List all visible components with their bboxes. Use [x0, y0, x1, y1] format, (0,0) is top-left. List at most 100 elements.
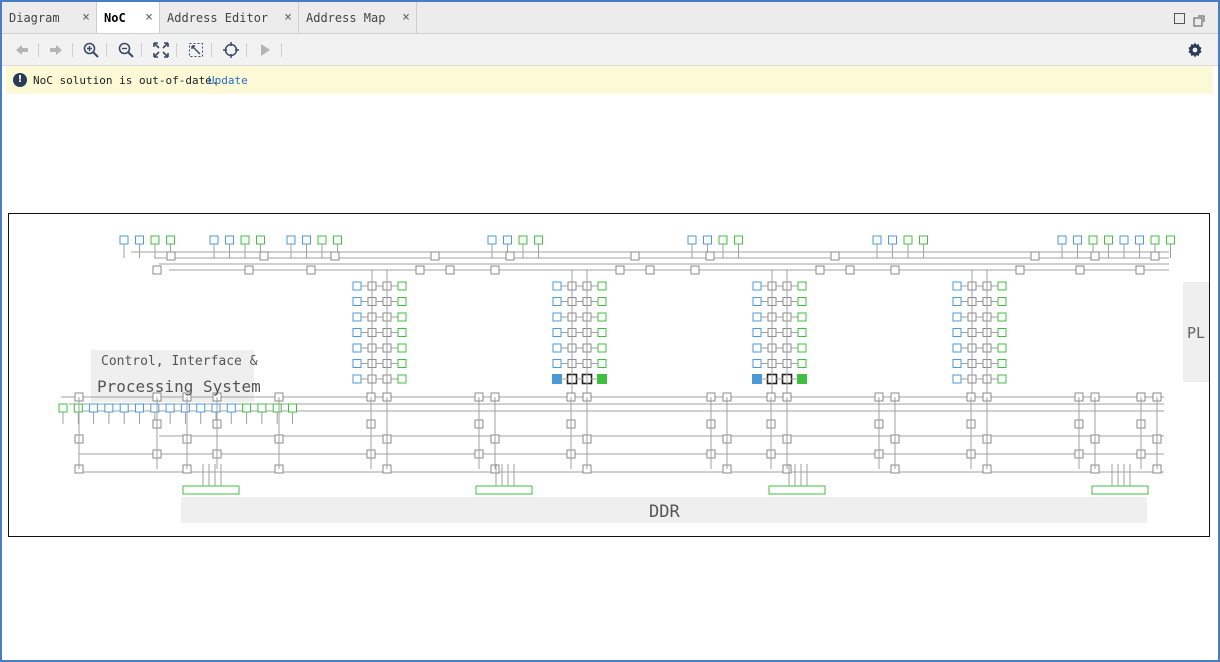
- maximize-icon[interactable]: [1174, 13, 1185, 24]
- master-port[interactable]: [1057, 235, 1067, 245]
- noc-switch[interactable]: [306, 265, 316, 275]
- master-port[interactable]: [352, 297, 362, 306]
- slave-port[interactable]: [333, 235, 342, 245]
- slave-port[interactable]: [256, 235, 265, 245]
- master-port[interactable]: [552, 297, 562, 306]
- slave-port[interactable]: [397, 328, 407, 337]
- master-port[interactable]: [302, 235, 311, 245]
- slave-port[interactable]: [997, 328, 1007, 337]
- back-arrow-icon[interactable]: [12, 40, 32, 60]
- noc-switch[interactable]: [1150, 251, 1160, 261]
- close-icon[interactable]: ×: [145, 10, 153, 25]
- slave-port[interactable]: [797, 328, 807, 337]
- tab-address-editor[interactable]: Address Editor ×: [160, 2, 299, 33]
- slave-port[interactable]: [597, 312, 607, 322]
- slave-port[interactable]: [919, 235, 928, 245]
- noc-switch[interactable]: [815, 265, 825, 275]
- master-port[interactable]: [552, 359, 562, 368]
- run-icon[interactable]: [255, 40, 275, 60]
- noc-switch[interactable]: [615, 265, 625, 275]
- master-port[interactable]: [752, 374, 762, 384]
- slave-port[interactable]: [257, 403, 267, 413]
- noc-switch[interactable]: [505, 251, 515, 261]
- master-port[interactable]: [503, 235, 512, 245]
- slave-port[interactable]: [597, 343, 607, 353]
- noc-switch[interactable]: [845, 265, 855, 275]
- noc-switch[interactable]: [1135, 265, 1145, 275]
- noc-switch[interactable]: [152, 265, 162, 275]
- slave-port[interactable]: [997, 374, 1007, 384]
- noc-switch[interactable]: [445, 265, 455, 275]
- noc-switch[interactable]: [890, 265, 900, 275]
- noc-switch[interactable]: [166, 251, 176, 261]
- zoom-fit-icon[interactable]: [151, 40, 171, 60]
- slave-port[interactable]: [597, 281, 607, 291]
- slave-port[interactable]: [903, 235, 913, 245]
- slave-port[interactable]: [1166, 235, 1175, 245]
- slave-port[interactable]: [797, 343, 807, 353]
- master-port[interactable]: [752, 312, 762, 322]
- slave-port[interactable]: [397, 281, 407, 291]
- master-port[interactable]: [552, 328, 562, 337]
- slave-port[interactable]: [797, 281, 807, 291]
- noc-switch[interactable]: [490, 265, 500, 275]
- master-port[interactable]: [352, 374, 362, 384]
- master-port[interactable]: [752, 359, 762, 368]
- slave-port[interactable]: [73, 403, 83, 413]
- slave-port[interactable]: [597, 374, 607, 384]
- slave-port[interactable]: [397, 312, 407, 322]
- noc-diagram[interactable]: [9, 214, 1209, 536]
- slave-port[interactable]: [1088, 235, 1098, 245]
- slave-port[interactable]: [997, 281, 1007, 291]
- tab-address-map[interactable]: Address Map ×: [299, 2, 417, 33]
- slave-port[interactable]: [397, 297, 407, 306]
- close-icon[interactable]: ×: [402, 10, 410, 25]
- slave-port[interactable]: [797, 374, 807, 384]
- noc-switch[interactable]: [330, 251, 340, 261]
- slave-port[interactable]: [997, 343, 1007, 353]
- master-port[interactable]: [687, 235, 697, 245]
- master-port[interactable]: [352, 359, 362, 368]
- master-port[interactable]: [552, 343, 562, 353]
- fit-selection-icon[interactable]: [186, 40, 206, 60]
- slave-port[interactable]: [997, 312, 1007, 322]
- slave-port[interactable]: [518, 235, 528, 245]
- slave-port[interactable]: [797, 312, 807, 322]
- master-port[interactable]: [180, 403, 190, 413]
- master-port[interactable]: [952, 343, 962, 353]
- slave-port[interactable]: [166, 235, 175, 245]
- master-port[interactable]: [196, 403, 206, 413]
- slave-port[interactable]: [997, 359, 1007, 368]
- slave-port[interactable]: [597, 328, 607, 337]
- master-port[interactable]: [752, 328, 762, 337]
- master-port[interactable]: [286, 235, 296, 245]
- slave-port[interactable]: [997, 297, 1007, 306]
- noc-switch[interactable]: [630, 251, 640, 261]
- zoom-out-icon[interactable]: [116, 40, 136, 60]
- master-port[interactable]: [487, 235, 497, 245]
- zoom-in-icon[interactable]: [81, 40, 101, 60]
- ddr-controller[interactable]: [475, 485, 533, 495]
- slave-port[interactable]: [1150, 235, 1160, 245]
- noc-switch[interactable]: [259, 251, 269, 261]
- close-icon[interactable]: ×: [82, 10, 90, 25]
- tab-noc[interactable]: NoC ×: [97, 2, 160, 33]
- update-link[interactable]: Update: [208, 74, 248, 87]
- slave-port[interactable]: [240, 235, 250, 245]
- master-port[interactable]: [952, 312, 962, 322]
- noc-switch[interactable]: [430, 251, 440, 261]
- slave-port[interactable]: [1104, 235, 1113, 245]
- gear-icon[interactable]: [1185, 40, 1205, 60]
- master-port[interactable]: [1135, 235, 1144, 245]
- slave-port[interactable]: [597, 297, 607, 306]
- ddr-controller[interactable]: [1091, 485, 1149, 495]
- master-port[interactable]: [89, 403, 99, 413]
- master-port[interactable]: [119, 403, 129, 413]
- master-port[interactable]: [119, 235, 129, 245]
- slave-port[interactable]: [58, 403, 68, 413]
- noc-switch[interactable]: [415, 265, 425, 275]
- slave-port[interactable]: [597, 359, 607, 368]
- noc-switch[interactable]: [1075, 265, 1085, 275]
- noc-switch[interactable]: [1030, 251, 1040, 261]
- noc-diagram-canvas[interactable]: Control, Interface & Processing System D…: [8, 213, 1210, 537]
